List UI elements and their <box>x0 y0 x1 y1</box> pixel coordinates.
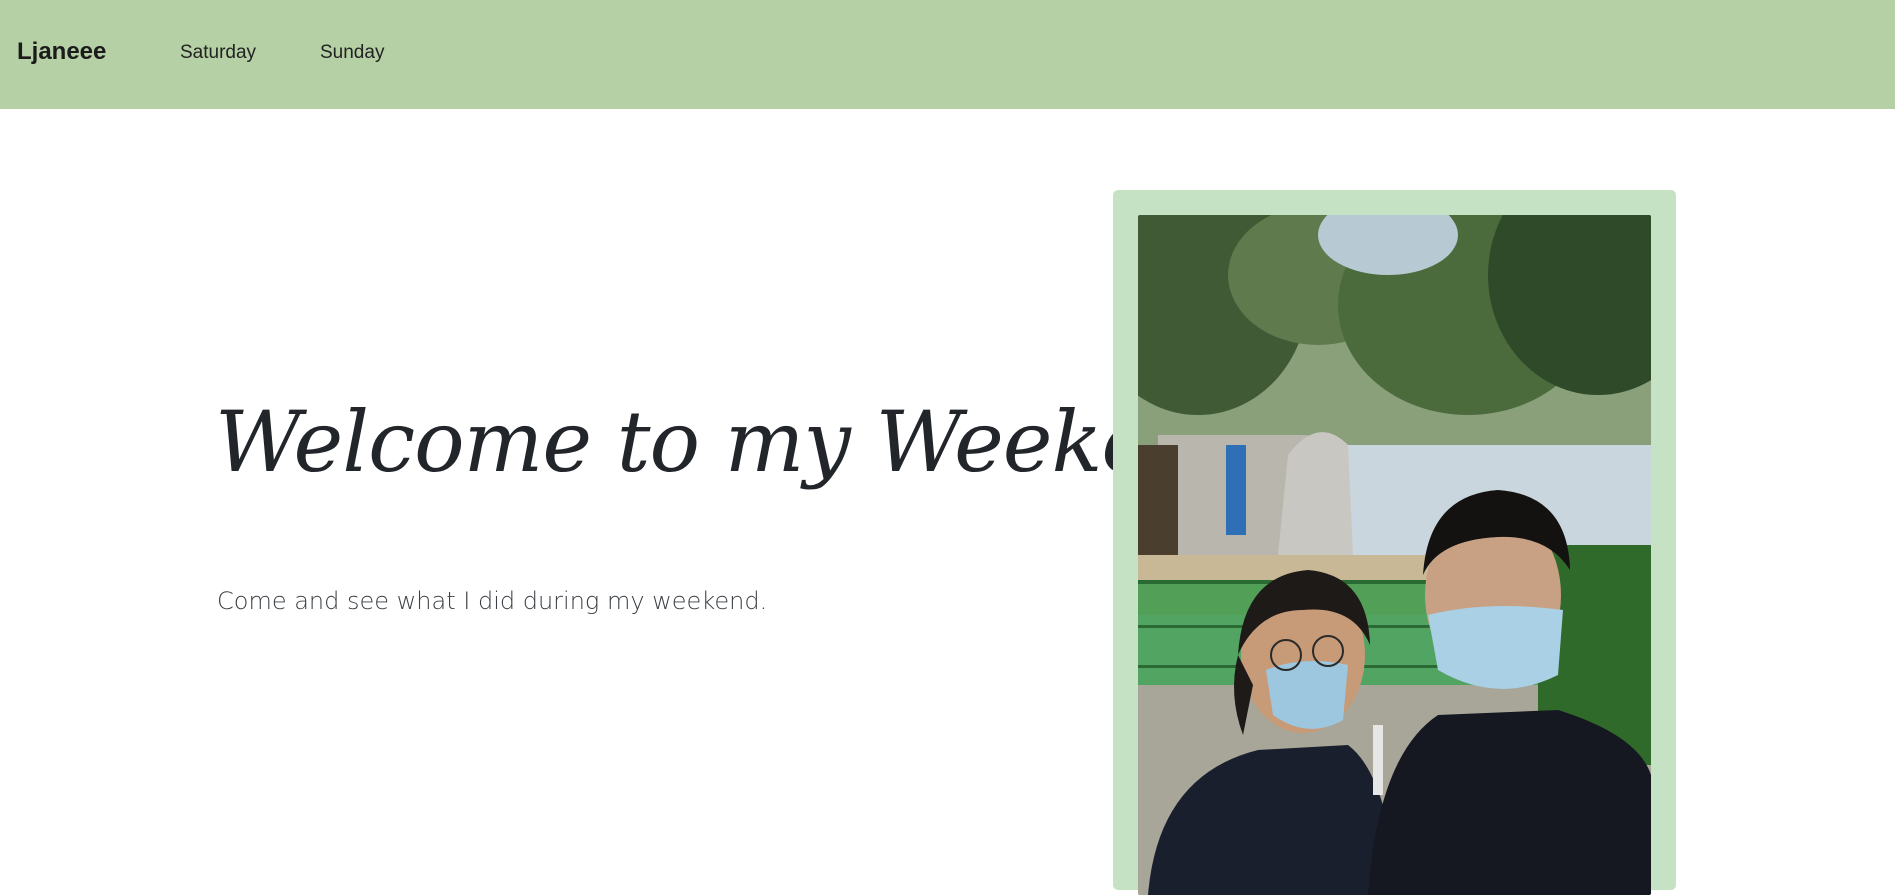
photo-frame <box>1113 190 1676 895</box>
hero-subtitle: Come and see what I did during my weeken… <box>217 587 768 615</box>
top-navbar: Ljaneee Saturday Sunday <box>0 0 1895 109</box>
selfie-photo <box>1138 215 1651 895</box>
hero-title: Welcome to my Weekend <box>215 393 1257 491</box>
brand-link[interactable]: Ljaneee <box>17 38 106 66</box>
nav-link-saturday[interactable]: Saturday <box>180 42 256 64</box>
nav-link-sunday[interactable]: Sunday <box>320 42 384 64</box>
